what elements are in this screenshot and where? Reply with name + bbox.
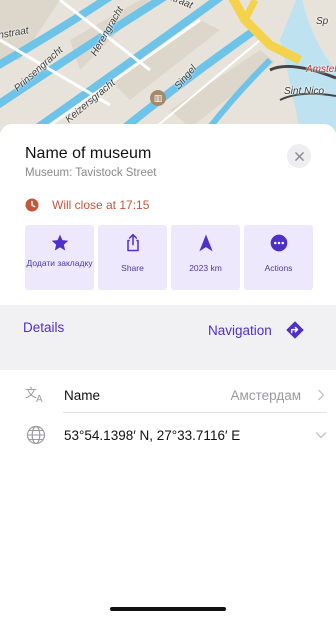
- map-view[interactable]: instraat Prinsengracht Keizersgracht Her…: [0, 0, 336, 132]
- map-label-sint-nico: Sint Nico: [284, 86, 325, 97]
- more-actions-button[interactable]: Actions: [244, 225, 313, 290]
- hours-text: Will close at 17:15: [52, 198, 150, 212]
- bookmark-label: Додати закладку: [26, 258, 93, 268]
- actions-label: Actions: [264, 263, 293, 273]
- chevron-down-icon: [315, 432, 327, 439]
- place-page-sheet: Name of museum Museum: Tavistock Street …: [0, 124, 336, 620]
- name-label: Name: [64, 387, 101, 403]
- more-icon: [270, 234, 287, 252]
- coordinates-text: 53°54.1398′ N, 27°33.7116′ E: [64, 427, 241, 443]
- bookmark-button[interactable]: Додати закладку: [25, 225, 94, 290]
- map-label-amstel: Amstel: [306, 64, 336, 75]
- name-value: Амстердам: [230, 387, 301, 403]
- clock-icon: [25, 198, 39, 212]
- row-divider: [63, 412, 327, 413]
- svg-text:A: A: [36, 394, 43, 404]
- navigation-arrow-icon: [198, 234, 213, 252]
- star-icon: [51, 234, 68, 251]
- directions-icon: [286, 321, 304, 339]
- close-icon: [294, 151, 304, 161]
- map-label-sp: Sp: [316, 16, 329, 27]
- chevron-right-icon: [318, 389, 325, 401]
- globe-icon: [25, 424, 47, 446]
- action-bar: Додати закладку Share 2023 km Actions: [25, 225, 313, 290]
- opening-hours[interactable]: Will close at 17:15: [25, 197, 149, 213]
- home-indicator: [110, 607, 226, 611]
- name-row[interactable]: 文 A Name Амстердам: [25, 378, 327, 412]
- share-icon: [126, 233, 139, 252]
- tab-navigation[interactable]: Navigation: [208, 320, 305, 340]
- museum-icon[interactable]: ▥: [150, 90, 166, 106]
- place-title: Name of museum: [25, 145, 152, 162]
- distance-label: 2023 km: [189, 263, 222, 273]
- route-distance-button[interactable]: 2023 km: [171, 225, 240, 290]
- coordinates-row[interactable]: 53°54.1398′ N, 27°33.7116′ E: [25, 418, 327, 452]
- place-subtitle: Museum: Tavistock Street: [25, 167, 157, 179]
- share-label: Share: [121, 263, 144, 273]
- navigation-label: Navigation: [208, 322, 272, 338]
- translate-icon: 文 A: [25, 384, 47, 406]
- close-button[interactable]: [287, 144, 311, 168]
- share-button[interactable]: Share: [98, 225, 167, 290]
- tab-details[interactable]: Details: [23, 320, 64, 335]
